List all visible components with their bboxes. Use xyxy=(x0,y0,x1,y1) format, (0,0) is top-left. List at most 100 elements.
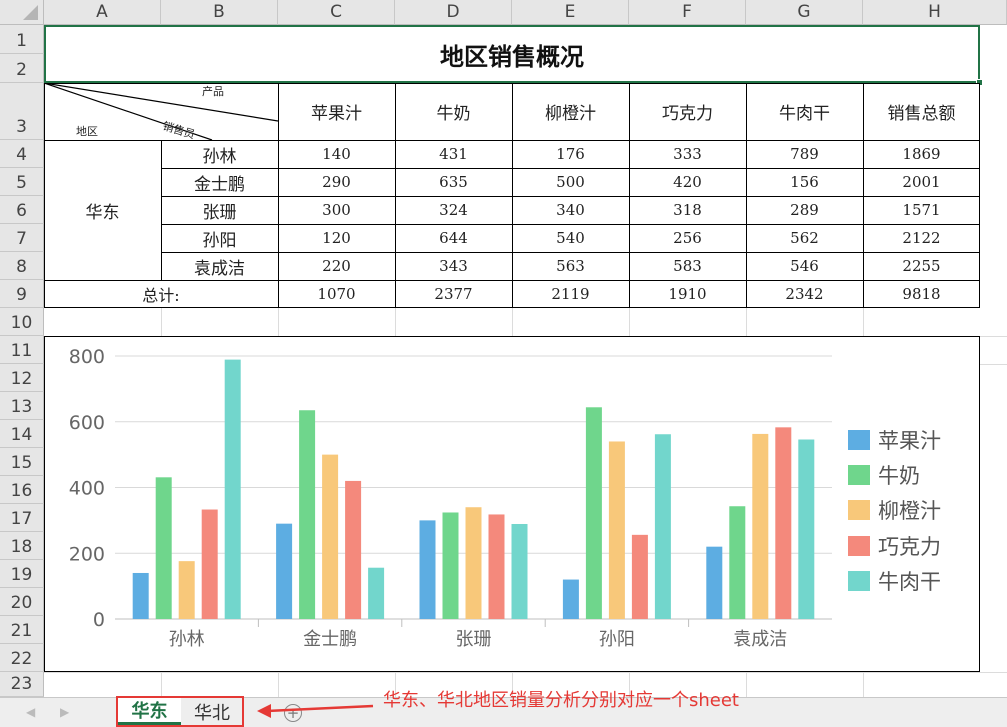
row-header-10[interactable]: 10 xyxy=(0,308,44,336)
value-cell[interactable]: 220 xyxy=(278,252,395,280)
row-header-15[interactable]: 15 xyxy=(0,448,44,476)
bar xyxy=(752,433,769,619)
value-cell[interactable]: 420 xyxy=(629,168,746,196)
value-cell[interactable]: 300 xyxy=(278,196,395,224)
value-cell[interactable]: 644 xyxy=(395,224,512,252)
total-cell[interactable]: 2119 xyxy=(512,280,629,308)
row-header-6[interactable]: 6 xyxy=(0,196,44,224)
header-cell-milk[interactable]: 牛奶 xyxy=(395,83,512,140)
person-name-cell[interactable]: 袁成洁 xyxy=(161,252,278,280)
value-cell[interactable]: 256 xyxy=(629,224,746,252)
value-cell[interactable]: 563 xyxy=(512,252,629,280)
legend-item[interactable]: 苹果汁 xyxy=(848,425,941,455)
row-header-21[interactable]: 21 xyxy=(0,616,44,644)
total-cell[interactable]: 9818 xyxy=(863,280,980,308)
value-cell[interactable]: 120 xyxy=(278,224,395,252)
bar xyxy=(706,546,723,619)
value-cell[interactable]: 290 xyxy=(278,168,395,196)
column-header-e[interactable]: E xyxy=(512,0,629,25)
row-header-1[interactable]: 1 xyxy=(0,25,44,54)
region-cell[interactable]: 华东 xyxy=(44,140,161,280)
value-cell[interactable]: 2122 xyxy=(863,224,980,252)
row-header-5[interactable]: 5 xyxy=(0,168,44,196)
bar xyxy=(775,427,792,619)
value-cell[interactable]: 343 xyxy=(395,252,512,280)
row-header-17[interactable]: 17 xyxy=(0,504,44,532)
row-header-9[interactable]: 9 xyxy=(0,280,44,308)
header-cell-total-sales[interactable]: 销售总额 xyxy=(863,83,980,140)
row-header-19[interactable]: 19 xyxy=(0,560,44,588)
header-cell-orange-juice[interactable]: 柳橙汁 xyxy=(512,83,629,140)
row-header-13[interactable]: 13 xyxy=(0,392,44,420)
total-cell[interactable]: 1070 xyxy=(278,280,395,308)
legend-item[interactable]: 牛肉干 xyxy=(848,566,941,596)
value-cell[interactable]: 1869 xyxy=(863,140,980,168)
value-cell[interactable]: 635 xyxy=(395,168,512,196)
person-name-cell[interactable]: 孙阳 xyxy=(161,224,278,252)
value-cell[interactable]: 289 xyxy=(746,196,863,224)
title-cell[interactable]: 地区销售概况 xyxy=(44,25,980,83)
header-cell-apple-juice[interactable]: 苹果汁 xyxy=(278,83,395,140)
column-header-g[interactable]: G xyxy=(746,0,863,25)
select-all-corner[interactable] xyxy=(0,0,44,25)
total-cell[interactable]: 1910 xyxy=(629,280,746,308)
person-name-cell[interactable]: 金士鹏 xyxy=(161,168,278,196)
row-header-8[interactable]: 8 xyxy=(0,252,44,280)
total-label-cell[interactable]: 总计: xyxy=(44,280,278,308)
legend-swatch xyxy=(848,536,870,556)
person-name-cell[interactable]: 孙林 xyxy=(161,140,278,168)
diagonal-header-lines: 产品 销售员 地区 xyxy=(44,83,278,140)
row-header-14[interactable]: 14 xyxy=(0,420,44,448)
legend-swatch xyxy=(848,465,870,485)
y-tick-label: 400 xyxy=(69,478,105,500)
person-name-cell[interactable]: 张珊 xyxy=(161,196,278,224)
value-cell[interactable]: 333 xyxy=(629,140,746,168)
column-header-h[interactable]: H xyxy=(863,0,1007,25)
chart-container[interactable]: 0 200 400 600 800 孙林 金士鹏 张珊 孙阳 袁成洁 xyxy=(44,336,980,672)
value-cell[interactable]: 176 xyxy=(512,140,629,168)
value-cell[interactable]: 431 xyxy=(395,140,512,168)
row-header-3[interactable]: 3 xyxy=(0,83,44,140)
value-cell[interactable]: 324 xyxy=(395,196,512,224)
value-cell[interactable]: 140 xyxy=(278,140,395,168)
row-header-11[interactable]: 11 xyxy=(0,336,44,364)
column-header-a[interactable]: A xyxy=(44,0,161,25)
column-header-b[interactable]: B xyxy=(161,0,278,25)
total-cell[interactable]: 2342 xyxy=(746,280,863,308)
column-header-f[interactable]: F xyxy=(629,0,746,25)
column-header-d[interactable]: D xyxy=(395,0,512,25)
value-cell[interactable]: 318 xyxy=(629,196,746,224)
header-cell-chocolate[interactable]: 巧克力 xyxy=(629,83,746,140)
value-cell[interactable]: 789 xyxy=(746,140,863,168)
legend-item[interactable]: 牛奶 xyxy=(848,460,920,490)
total-cell[interactable]: 2377 xyxy=(395,280,512,308)
value-cell[interactable]: 583 xyxy=(629,252,746,280)
corner-salesperson-label: 销售员 xyxy=(161,118,197,140)
value-cell[interactable]: 2255 xyxy=(863,252,980,280)
value-cell[interactable]: 562 xyxy=(746,224,863,252)
row-header-12[interactable]: 12 xyxy=(0,364,44,392)
row-header-18[interactable]: 18 xyxy=(0,532,44,560)
column-header-c[interactable]: C xyxy=(278,0,395,25)
row-header-7[interactable]: 7 xyxy=(0,224,44,252)
row-header-4[interactable]: 4 xyxy=(0,140,44,168)
header-cell-beef-jerky[interactable]: 牛肉干 xyxy=(746,83,863,140)
row-header-23[interactable]: 23 xyxy=(0,672,44,697)
value-cell[interactable]: 500 xyxy=(512,168,629,196)
row-header-2[interactable]: 2 xyxy=(0,54,44,83)
row-header-20[interactable]: 20 xyxy=(0,588,44,616)
value-cell[interactable]: 540 xyxy=(512,224,629,252)
scroll-right-icon[interactable]: ▶ xyxy=(60,705,69,719)
bar-chart: 0 200 400 600 800 孙林 金士鹏 张珊 孙阳 袁成洁 xyxy=(69,346,832,650)
value-cell[interactable]: 1571 xyxy=(863,196,980,224)
scroll-left-icon[interactable]: ◀ xyxy=(26,705,35,719)
row-header-22[interactable]: 22 xyxy=(0,644,44,672)
value-cell[interactable]: 340 xyxy=(512,196,629,224)
legend-item[interactable]: 柳橙汁 xyxy=(848,495,941,525)
value-cell[interactable]: 2001 xyxy=(863,168,980,196)
value-cell[interactable]: 156 xyxy=(746,168,863,196)
row-header-16[interactable]: 16 xyxy=(0,476,44,504)
bar xyxy=(654,434,671,619)
value-cell[interactable]: 546 xyxy=(746,252,863,280)
legend-item[interactable]: 巧克力 xyxy=(848,531,941,561)
